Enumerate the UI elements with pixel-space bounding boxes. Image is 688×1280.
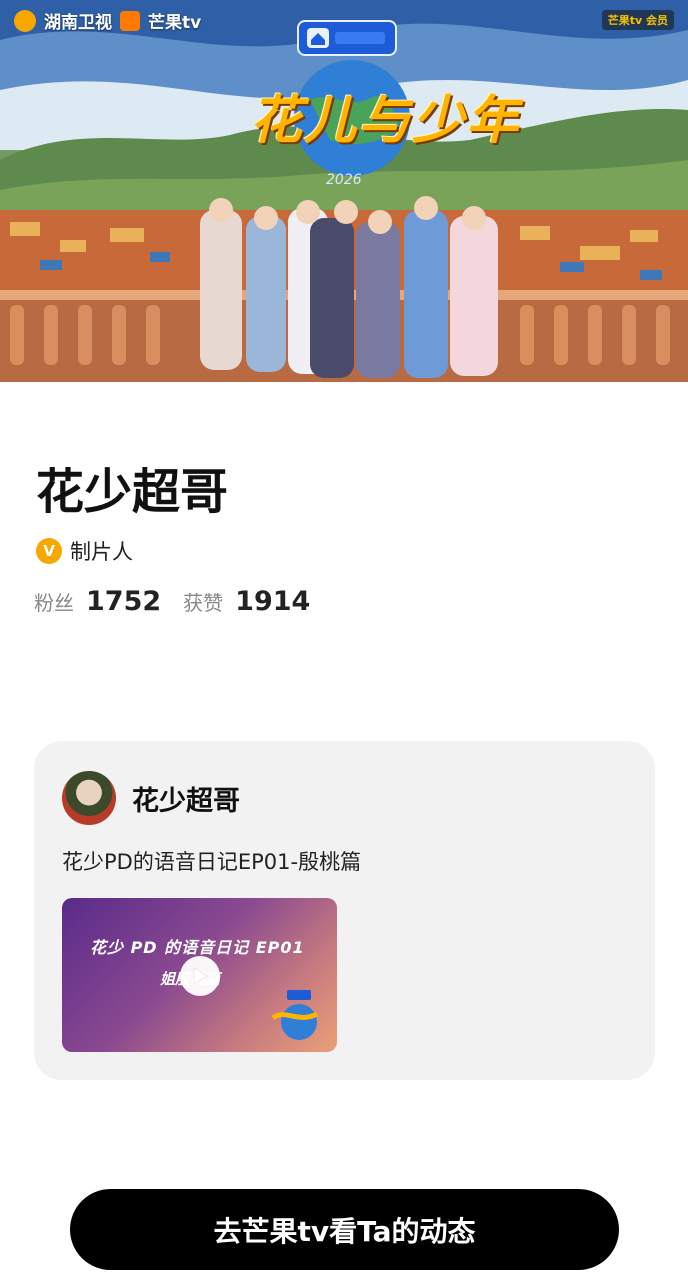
profile-role: 制片人 [70,540,133,564]
play-icon [193,967,208,985]
hunan-tv-logo [14,9,36,32]
video-thumbnail[interactable]: 花少 PD 的语音日记 EP01 姐殷桃篇 [62,898,337,1052]
profile-role-row: V 制片人 [36,536,133,566]
fans-label: 粉丝 [34,591,74,615]
profile-name: 花少超哥 [36,464,229,520]
mango-tv-logo-icon [120,10,140,31]
mango-tv-label: 芒果tv [148,13,202,33]
home-icon [307,28,385,48]
likes-count: 1914 [235,586,311,617]
video-title-line1: 花少 PD 的语音日记 EP01 [90,938,305,957]
show-logo-small-icon [271,990,319,1040]
post-card[interactable]: 花少超哥 花少PD的语音日记EP01-殷桃篇 花少 PD 的语音日记 EP01 … [34,741,655,1080]
hero-banner: 湖南卫视 芒果tv 芒果tv 会员 花儿与少年 2026 [0,0,688,382]
show-logo: 花儿与少年 [250,90,521,151]
profile-stats: 粉丝 1752 获赞 1914 [34,586,332,617]
verified-badge-icon: V [36,538,62,564]
avatar[interactable] [62,771,116,825]
broadcaster-logos: 湖南卫视 芒果tv [14,8,201,33]
show-year: 2026 [326,172,362,188]
hunan-tv-label: 湖南卫视 [44,13,112,33]
likes-label: 获赞 [183,591,224,615]
mango-tv-vip-tag: 芒果tv 会员 [601,10,674,30]
open-mango-tv-button[interactable]: 去芒果tv看Ta的动态 [70,1189,619,1270]
post-author[interactable]: 花少超哥 [132,779,240,818]
fans-count: 1752 [86,586,162,617]
mango-show-badge [297,20,397,56]
play-button[interactable] [180,956,220,996]
post-text[interactable]: 花少PD的语音日记EP01-殷桃篇 [62,846,361,876]
